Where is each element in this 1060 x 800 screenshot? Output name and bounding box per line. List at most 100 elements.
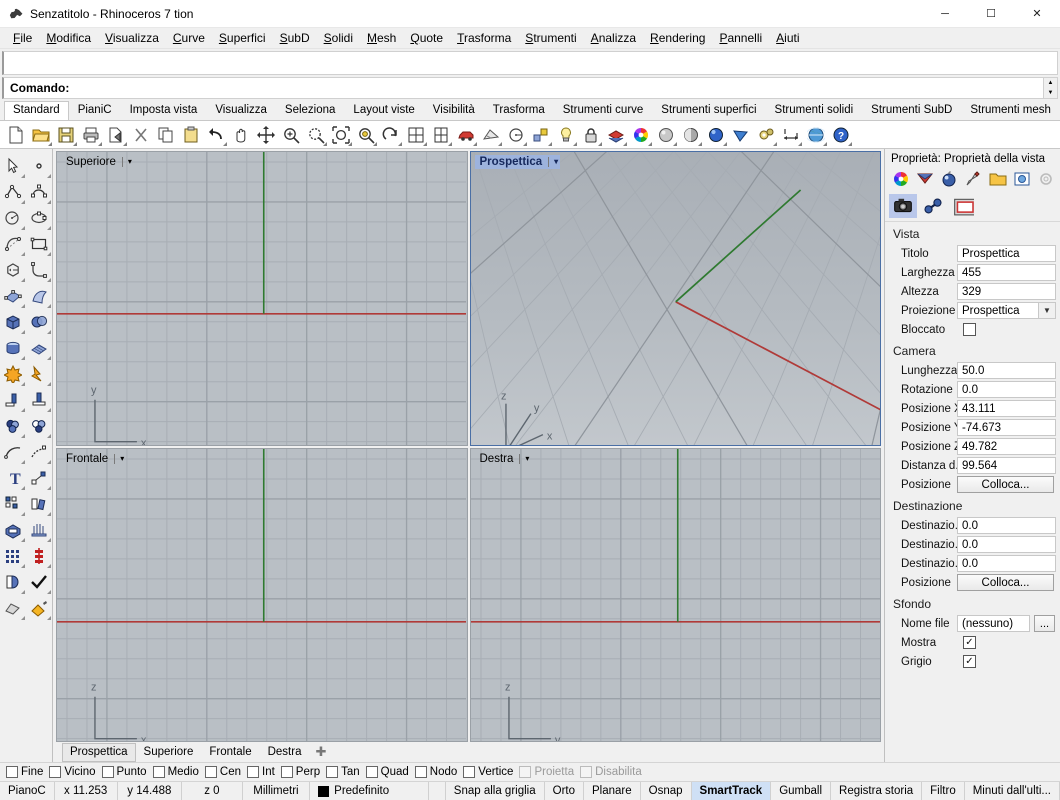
menu-visualizza[interactable]: Visualizza xyxy=(98,29,166,47)
command-input[interactable] xyxy=(69,80,1057,96)
place-camera-button[interactable]: Colloca... xyxy=(957,476,1054,493)
viewport-tab-prospettica[interactable]: Prospettica xyxy=(62,742,136,762)
checkbox-grigio[interactable]: ✓ xyxy=(963,655,976,668)
explode-star-icon[interactable] xyxy=(0,361,26,387)
property-value[interactable]: 0.0 xyxy=(957,517,1056,534)
properties-tab-view-properties[interactable] xyxy=(1010,168,1033,190)
undo-icon[interactable] xyxy=(203,123,228,147)
polygon-icon[interactable] xyxy=(0,257,26,283)
curve-from-object-icon[interactable] xyxy=(0,439,26,465)
split-icon[interactable] xyxy=(26,387,52,413)
export-icon[interactable] xyxy=(103,123,128,147)
menu-curve[interactable]: Curve xyxy=(166,29,212,47)
properties-tab-environment-sphere[interactable] xyxy=(938,168,961,190)
surface-sweep-icon[interactable] xyxy=(26,283,52,309)
add-viewport-tab-icon[interactable]: ✚ xyxy=(309,744,332,760)
osnap-int[interactable]: Int xyxy=(247,766,281,778)
properties-subtab-chain-link[interactable] xyxy=(919,194,947,218)
status-toggle-snap-alla-griglia[interactable]: Snap alla griglia xyxy=(446,782,545,800)
viewport-superiore-label[interactable]: Superiore ▾ xyxy=(61,155,134,169)
zoom-selected-icon[interactable] xyxy=(353,123,378,147)
menu-quote[interactable]: Quote xyxy=(403,29,450,47)
property-value[interactable]: Prospettica xyxy=(957,245,1056,262)
status-toggle-planare[interactable]: Planare xyxy=(584,782,641,800)
toolbar-tab-strumenti-solidi[interactable]: Strumenti solidi xyxy=(766,101,863,120)
properties-subtab-frame[interactable] xyxy=(949,194,977,218)
curve-control-points-icon[interactable] xyxy=(26,179,52,205)
viewport-destra-dropdown-icon[interactable]: ▾ xyxy=(519,453,529,464)
osnap-quad[interactable]: Quad xyxy=(365,766,415,778)
loft-icon[interactable] xyxy=(26,517,52,543)
trim-icon[interactable] xyxy=(0,387,26,413)
viewport-prospettica[interactable]: z y x Prospettica ▾ xyxy=(469,151,881,446)
property-value[interactable]: 49.782 xyxy=(957,438,1056,455)
properties-tab-gear-disabled[interactable] xyxy=(1035,168,1058,190)
unroll-icon[interactable] xyxy=(0,569,26,595)
osnap-checkbox-tan[interactable] xyxy=(326,766,339,778)
maximize-button[interactable]: ☐ xyxy=(968,0,1014,28)
menu-mesh[interactable]: Mesh xyxy=(360,29,403,47)
zoom-in-icon[interactable] xyxy=(278,123,303,147)
pan-hand-icon[interactable] xyxy=(228,123,253,147)
paint-bucket-icon[interactable] xyxy=(26,595,52,621)
status-coordinate-z[interactable]: z 0 xyxy=(182,782,243,800)
osnap-checkbox-int[interactable] xyxy=(247,766,259,778)
status-toggle-smarttrack[interactable]: SmartTrack xyxy=(691,782,772,800)
curve-fillet-icon[interactable] xyxy=(26,257,52,283)
properties-tab-texture-brush[interactable] xyxy=(962,168,985,190)
render-car-icon[interactable] xyxy=(453,123,478,147)
viewport-frontale[interactable]: z x Frontale ▾ xyxy=(56,447,468,743)
shade-icon[interactable] xyxy=(478,123,503,147)
lock-icon[interactable] xyxy=(578,123,603,147)
osnap-perp[interactable]: Perp xyxy=(280,766,326,778)
status-units[interactable]: Millimetri xyxy=(243,782,311,800)
new-file-icon[interactable] xyxy=(3,123,28,147)
toolbar-tab-visibilit-[interactable]: Visibilità xyxy=(424,101,484,120)
osnap-vertice[interactable]: Vertice xyxy=(463,766,519,778)
sphere-blue-icon[interactable] xyxy=(703,123,728,147)
record-history-icon[interactable] xyxy=(26,543,52,569)
viewport-frontale-canvas[interactable]: z x xyxy=(57,448,467,743)
array-icon[interactable] xyxy=(0,491,26,517)
viewport-destra-canvas[interactable]: z y xyxy=(470,448,880,743)
open-folder-icon[interactable] xyxy=(28,123,53,147)
close-button[interactable]: ✕ xyxy=(1014,0,1060,28)
osnap-tan[interactable]: Tan xyxy=(326,766,366,778)
surface-control-points-icon[interactable] xyxy=(0,283,26,309)
status-toggle-minuti-dall-ulti-[interactable]: Minuti dall'ulti... xyxy=(965,782,1060,800)
menu-modifica[interactable]: Modifica xyxy=(39,29,98,47)
help-icon[interactable]: ? xyxy=(828,123,853,147)
viewport-prospettica-canvas[interactable]: z y x xyxy=(470,152,880,446)
checkbox-mostra[interactable]: ✓ xyxy=(963,636,976,649)
osnap-checkbox-vertice[interactable] xyxy=(463,766,476,778)
box-icon[interactable] xyxy=(0,309,26,335)
properties-tab-color-wheel[interactable] xyxy=(889,168,912,190)
grid-array-icon[interactable] xyxy=(0,543,26,569)
properties-tab-folder[interactable] xyxy=(986,168,1009,190)
osnap-cen[interactable]: Cen xyxy=(204,766,247,778)
zoom-extents-icon[interactable] xyxy=(328,123,353,147)
move-icon[interactable] xyxy=(253,123,278,147)
copy-icon[interactable] xyxy=(153,123,178,147)
menu-file[interactable]: File xyxy=(6,29,39,47)
minimize-button[interactable]: ─ xyxy=(922,0,968,28)
menu-subd[interactable]: SubD xyxy=(273,29,317,47)
status-coordinate-y[interactable]: y 14.488 xyxy=(118,782,183,800)
osnap-medio[interactable]: Medio xyxy=(152,766,205,778)
osnap-checkbox-quad[interactable] xyxy=(365,766,378,778)
status-toggle-osnap[interactable]: Osnap xyxy=(641,782,692,800)
scale-icon[interactable] xyxy=(26,465,52,491)
layer-color-swatch[interactable] xyxy=(318,785,330,797)
viewport-tab-superiore[interactable]: Superiore xyxy=(136,743,202,762)
toolbar-tab-seleziona[interactable]: Seleziona xyxy=(276,101,345,120)
toolbar-tab-visualizza[interactable]: Visualizza xyxy=(206,101,276,120)
light-bulb-icon[interactable] xyxy=(553,123,578,147)
property-value[interactable]: 50.0 xyxy=(957,362,1056,379)
sphere-grey-icon[interactable] xyxy=(653,123,678,147)
osnap-checkbox-punto[interactable] xyxy=(101,766,114,778)
menu-trasforma[interactable]: Trasforma xyxy=(450,29,518,47)
menu-rendering[interactable]: Rendering xyxy=(643,29,712,47)
viewport-frontale-dropdown-icon[interactable]: ▾ xyxy=(114,453,124,464)
property-combo[interactable]: Prospettica ▼ xyxy=(957,302,1056,319)
osnap-nodo[interactable]: Nodo xyxy=(414,766,464,778)
